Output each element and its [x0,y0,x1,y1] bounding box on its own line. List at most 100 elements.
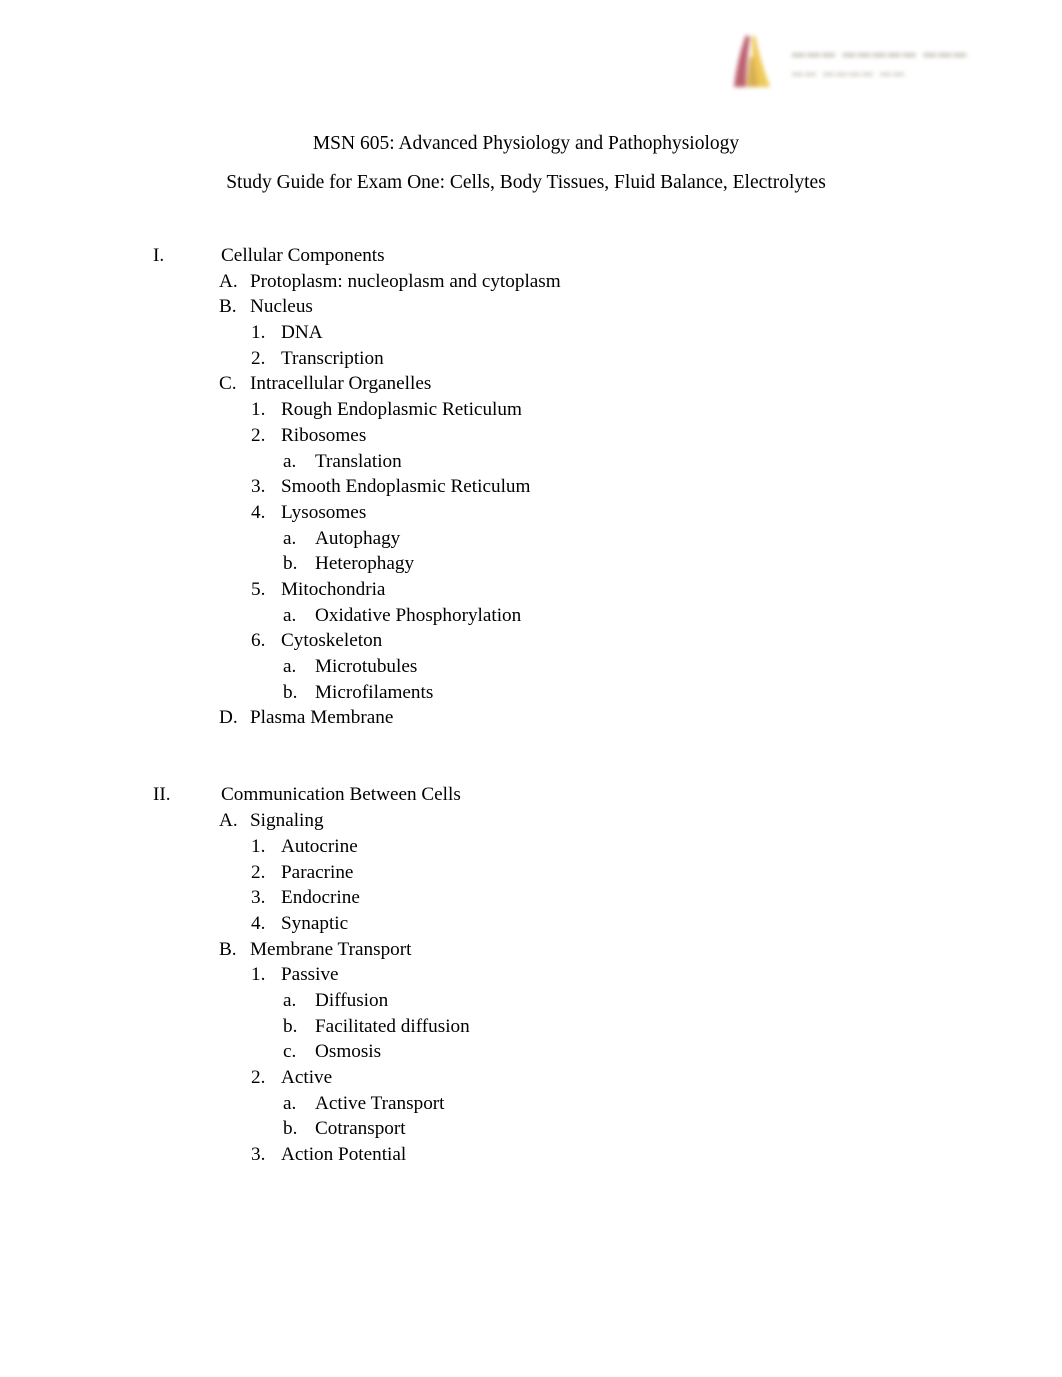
outline-marker: B. [219,296,237,318]
outline-label: Diffusion [315,989,389,1011]
document-title-block: MSN 605: Advanced Physiology and Pathoph… [106,124,946,202]
outline-item-level-3: 3. Action Potential [0,1142,1062,1168]
outline-item-level-2: A. Protoplasm: nucleoplasm and cytoplasm [0,269,1062,295]
outline-item-level-3: 2. Transcription [0,346,1062,372]
outline-marker: 1. [251,322,266,344]
outline-label: Action Potential [281,1144,407,1166]
outline-label: Passive [281,964,339,986]
outline-marker: a. [283,989,297,1011]
outline-marker: C. [219,373,237,395]
outline-label: Rough Endoplasmic Reticulum [281,399,522,421]
outline-item-level-3: 1. DNA [0,320,1062,346]
outline-label: Heterophagy [315,553,415,575]
outline-marker: a. [283,604,297,626]
outline-marker: II. [153,784,171,806]
outline-item-level-2: A. Signaling [0,808,1062,834]
outline-item-level-2: D. Plasma Membrane [0,705,1062,731]
outline-label: Intracellular Organelles [250,373,432,395]
outline-item-level-3: 1. Passive [0,962,1062,988]
outline-label: Cytoskeleton [281,630,383,652]
outline-label: Active Transport [315,1092,445,1114]
outline-spacer [0,731,1062,757]
outline-item-level-4: b. Cotransport [0,1116,1062,1142]
outline-item-level-1: I. Cellular Components [0,243,1062,269]
outline-marker: b. [283,1015,298,1037]
outline-marker: b. [283,1118,298,1140]
outline-label: Plasma Membrane [250,707,394,729]
outline-label: Oxidative Phosphorylation [315,604,522,626]
outline-item-level-4: b. Facilitated diffusion [0,1014,1062,1040]
outline-item-level-2: C. Intracellular Organelles [0,371,1062,397]
outline-marker: 1. [251,835,266,857]
outline-label: DNA [281,322,323,344]
outline-marker: A. [219,810,238,832]
outline-label: Paracrine [281,861,354,883]
outline-marker: 1. [251,399,266,421]
outline-label: Signaling [250,810,324,832]
logo-wordmark: ▬▬▬ ▬▬▬▬▬ ▬▬▬ ▬▬ ▬▬▬▬ ▬▬ [792,43,968,79]
outline-item-level-3: 4. Lysosomes [0,500,1062,526]
outline-marker: a. [283,656,297,677]
outline-item-level-3: 3. Smooth Endoplasmic Reticulum [0,474,1062,500]
outline-marker: a. [283,527,297,549]
outline-marker: 5. [251,578,266,600]
outline-label: Autocrine [281,835,358,857]
outline-marker: 4. [251,501,266,523]
outline-item-level-2: B. Nucleus [0,294,1062,320]
outline-marker: 2. [251,861,266,883]
outline-spacer [0,757,1062,783]
outline-label: Lysosomes [281,501,367,523]
outline-item-level-4: a. Translation [0,449,1062,475]
outline-label: Microfilaments [315,681,434,703]
outline-label: Transcription [281,347,384,369]
outline-list: I. Cellular Components A. Protoplasm: nucle… [0,243,1062,1168]
outline-label: Facilitated diffusion [315,1015,470,1037]
outline-label: Protoplasm: nucleoplasm and cytoplasm [250,270,561,292]
outline-marker: b. [283,681,298,703]
university-logo: ▬▬▬ ▬▬▬▬▬ ▬▬▬ ▬▬ ▬▬▬▬ ▬▬ [726,22,966,100]
outline-marker: 2. [251,424,266,446]
logo-wordmark-line-2: ▬▬ ▬▬▬▬ ▬▬ [792,67,907,79]
outline-item-level-4: a. Oxidative Phosphorylation [0,603,1062,629]
outline-label: Translation [315,450,402,472]
outline-marker: D. [219,707,238,729]
outline-marker: 3. [251,887,266,909]
outline-item-level-3: 3. Endocrine [0,885,1062,911]
study-guide-subtitle: Study Guide for Exam One: Cells, Body Ti… [226,172,826,193]
outline-label: Nucleus [250,296,313,318]
document-page: ▬▬▬ ▬▬▬▬▬ ▬▬▬ ▬▬ ▬▬▬▬ ▬▬ MSN 605: Advanc… [0,0,1062,1377]
outline-label: Communication Between Cells [221,784,461,806]
outline-item-level-4: a. Active Transport [0,1091,1062,1117]
outline-label: Smooth Endoplasmic Reticulum [281,476,531,498]
outline-item-level-1: II. Communication Between Cells [0,782,1062,808]
outline-item-level-4: a. Microtubules [0,654,1062,680]
outline-marker: a. [283,450,297,472]
outline-item-level-3: 1. Rough Endoplasmic Reticulum [0,397,1062,423]
outline-marker: I. [153,245,165,266]
outline-marker: 3. [251,476,266,498]
outline-marker: 2. [251,347,266,369]
outline-label: Autophagy [315,527,401,549]
outline-label: Osmosis [315,1041,382,1063]
outline-item-level-3: 2. Paracrine [0,860,1062,886]
logo-wordmark-line-1: ▬▬▬ ▬▬▬▬▬ ▬▬▬ [792,45,969,60]
outline-item-level-4: a. Autophagy [0,526,1062,552]
outline-marker: 1. [251,964,266,986]
outline-label: Active [281,1067,333,1088]
outline-marker: 2. [251,1067,266,1088]
outline-marker: 3. [251,1144,266,1166]
outline-item-level-3: 5. Mitochondria [0,577,1062,603]
outline-label: Synaptic [281,912,349,934]
outline-marker: A. [219,270,238,292]
outline-item-level-4: c. Osmosis [0,1039,1062,1065]
outline-marker: c. [283,1041,297,1063]
outline-item-level-3: 2. Ribosomes [0,423,1062,449]
outline-item-level-4: b. Microfilaments [0,680,1062,706]
outline-item-level-2: B. Membrane Transport [0,937,1062,963]
outline-marker: 4. [251,912,266,934]
outline-label: Endocrine [281,887,360,909]
logo-mark-icon [726,31,778,91]
outline-item-level-3: 6. Cytoskeleton [0,628,1062,654]
outline-label: Ribosomes [281,424,367,446]
outline-marker: 6. [251,630,266,652]
